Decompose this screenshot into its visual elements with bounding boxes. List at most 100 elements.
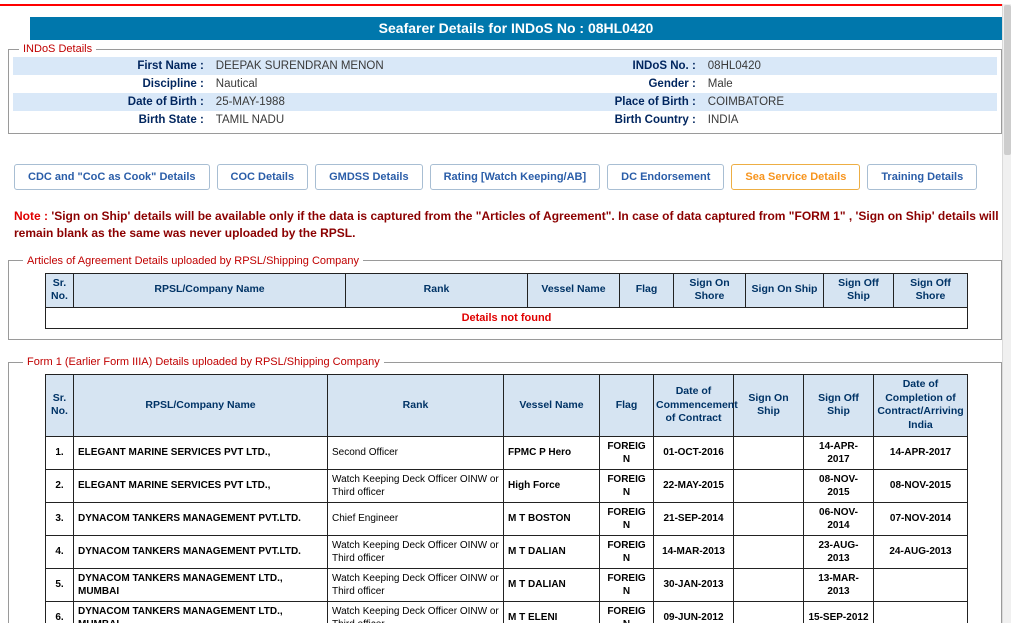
column-header: Flag bbox=[620, 273, 674, 307]
table-cell: 25-MAY-1988 bbox=[210, 93, 505, 111]
table-cell: FOREIGN bbox=[600, 568, 654, 601]
table-cell: M T DALIAN bbox=[504, 568, 600, 601]
indos-details-section: INDoS Details First Name :DEEPAK SURENDR… bbox=[8, 43, 1002, 134]
table-cell: 13-MAR-2013 bbox=[804, 568, 874, 601]
table-cell: TAMIL NADU bbox=[210, 111, 505, 129]
table-cell: High Force bbox=[504, 469, 600, 502]
form1-section: Form 1 (Earlier Form IIIA) Details uploa… bbox=[8, 356, 1002, 623]
table-cell: FOREIGN bbox=[600, 469, 654, 502]
table-row: First Name :DEEPAK SURENDRAN MENONINDoS … bbox=[13, 57, 997, 75]
table-cell: Discipline : bbox=[13, 75, 210, 93]
table-cell bbox=[734, 469, 804, 502]
column-header: Flag bbox=[600, 375, 654, 437]
table-cell: 08-NOV-2015 bbox=[874, 469, 968, 502]
table-cell: 01-OCT-2016 bbox=[654, 436, 734, 469]
table-cell: Birth Country : bbox=[505, 111, 702, 129]
table-cell: DYNACOM TANKERS MANAGEMENT LTD., MUMBAI bbox=[74, 601, 328, 623]
note-prefix: Note : bbox=[14, 209, 48, 223]
indos-details-legend: INDoS Details bbox=[19, 43, 96, 55]
table-cell: 21-SEP-2014 bbox=[654, 502, 734, 535]
tab-cdc-coc-as-cook-details[interactable]: CDC and "CoC as Cook" Details bbox=[14, 164, 210, 190]
table-cell: ELEGANT MARINE SERVICES PVT LTD., bbox=[74, 469, 328, 502]
table-row: 3.DYNACOM TANKERS MANAGEMENT PVT.LTD.Chi… bbox=[46, 502, 968, 535]
details-not-found-message: Details not found bbox=[46, 307, 968, 328]
tab-sea-service-details[interactable]: Sea Service Details bbox=[731, 164, 860, 190]
column-header: Sr. No. bbox=[46, 375, 74, 437]
indos-details-table: First Name :DEEPAK SURENDRAN MENONINDoS … bbox=[13, 57, 997, 129]
empty-result-row: Details not found bbox=[46, 307, 968, 328]
column-header: Sign On Ship bbox=[734, 375, 804, 437]
tab-rating-watch-keeping-ab[interactable]: Rating [Watch Keeping/AB] bbox=[430, 164, 601, 190]
table-cell: FOREIGN bbox=[600, 535, 654, 568]
table-header-row: Sr. No.RPSL/Company NameRankVessel NameF… bbox=[46, 375, 968, 437]
column-header: Sign On Ship bbox=[746, 273, 824, 307]
table-row: Date of Birth :25-MAY-1988Place of Birth… bbox=[13, 93, 997, 111]
table-cell: 14-APR-2017 bbox=[804, 436, 874, 469]
form1-table-head: Sr. No.RPSL/Company NameRankVessel NameF… bbox=[46, 375, 968, 437]
column-header: Vessel Name bbox=[528, 273, 620, 307]
table-cell: Chief Engineer bbox=[328, 502, 504, 535]
table-cell: 08HL0420 bbox=[702, 57, 997, 75]
table-cell: First Name : bbox=[13, 57, 210, 75]
tab-coc-details[interactable]: COC Details bbox=[217, 164, 309, 190]
table-row: 1.ELEGANT MARINE SERVICES PVT LTD.,Secon… bbox=[46, 436, 968, 469]
table-cell: Second Officer bbox=[328, 436, 504, 469]
table-cell: DEEPAK SURENDRAN MENON bbox=[210, 57, 505, 75]
table-row: 6.DYNACOM TANKERS MANAGEMENT LTD., MUMBA… bbox=[46, 601, 968, 623]
table-cell bbox=[734, 601, 804, 623]
articles-table-body: Details not found bbox=[46, 307, 968, 328]
table-cell: M T DALIAN bbox=[504, 535, 600, 568]
table-cell: 08-NOV-2015 bbox=[804, 469, 874, 502]
articles-of-agreement-legend: Articles of Agreement Details uploaded b… bbox=[23, 255, 363, 267]
table-cell: M T ELENI bbox=[504, 601, 600, 623]
table-cell bbox=[734, 535, 804, 568]
table-cell: Watch Keeping Deck Officer OINW or Third… bbox=[328, 568, 504, 601]
table-cell: 15-SEP-2012 bbox=[804, 601, 874, 623]
sign-on-ship-note: Note : 'Sign on Ship' details will be av… bbox=[14, 208, 999, 242]
table-header-row: Sr. No.RPSL/Company NameRankVessel NameF… bbox=[46, 273, 968, 307]
column-header: Sign Off Ship bbox=[804, 375, 874, 437]
column-header: Rank bbox=[328, 375, 504, 437]
column-header: Date of Completion of Contract/Arriving … bbox=[874, 375, 968, 437]
table-cell: M T BOSTON bbox=[504, 502, 600, 535]
form1-table: Sr. No.RPSL/Company NameRankVessel NameF… bbox=[45, 374, 968, 623]
tab-bar: CDC and "CoC as Cook" Details COC Detail… bbox=[14, 164, 1003, 190]
table-cell: Birth State : bbox=[13, 111, 210, 129]
table-cell: DYNACOM TANKERS MANAGEMENT LTD., MUMBAI bbox=[74, 568, 328, 601]
table-cell: FOREIGN bbox=[600, 436, 654, 469]
table-cell bbox=[874, 601, 968, 623]
table-cell: 24-AUG-2013 bbox=[874, 535, 968, 568]
articles-of-agreement-section: Articles of Agreement Details uploaded b… bbox=[8, 255, 1002, 341]
table-cell: 09-JUN-2012 bbox=[654, 601, 734, 623]
table-cell: INDIA bbox=[702, 111, 997, 129]
table-cell: 3. bbox=[46, 502, 74, 535]
page-title: Seafarer Details for INDoS No : 08HL0420 bbox=[30, 17, 1002, 40]
table-cell: Watch Keeping Deck Officer OINW or Third… bbox=[328, 601, 504, 623]
indos-details-body: First Name :DEEPAK SURENDRAN MENONINDoS … bbox=[13, 57, 997, 129]
tab-dc-endorsement[interactable]: DC Endorsement bbox=[607, 164, 724, 190]
table-cell bbox=[734, 568, 804, 601]
table-row: 2.ELEGANT MARINE SERVICES PVT LTD.,Watch… bbox=[46, 469, 968, 502]
table-cell: DYNACOM TANKERS MANAGEMENT PVT.LTD. bbox=[74, 535, 328, 568]
column-header: Sign Off Shore bbox=[894, 273, 968, 307]
form1-table-body: 1.ELEGANT MARINE SERVICES PVT LTD.,Secon… bbox=[46, 436, 968, 623]
table-cell: Gender : bbox=[505, 75, 702, 93]
tab-training-details[interactable]: Training Details bbox=[867, 164, 977, 190]
table-cell bbox=[874, 568, 968, 601]
articles-table-head: Sr. No.RPSL/Company NameRankVessel NameF… bbox=[46, 273, 968, 307]
page-top-red-line bbox=[0, 4, 1002, 6]
articles-of-agreement-table: Sr. No.RPSL/Company NameRankVessel NameF… bbox=[45, 273, 968, 330]
table-cell: Date of Birth : bbox=[13, 93, 210, 111]
table-cell: 07-NOV-2014 bbox=[874, 502, 968, 535]
column-header: Date of Commencement of Contract bbox=[654, 375, 734, 437]
table-cell: ELEGANT MARINE SERVICES PVT LTD., bbox=[74, 436, 328, 469]
table-cell bbox=[734, 502, 804, 535]
table-cell: FPMC P Hero bbox=[504, 436, 600, 469]
vertical-scrollbar[interactable] bbox=[1002, 4, 1011, 623]
column-header: RPSL/Company Name bbox=[74, 375, 328, 437]
table-row: 5.DYNACOM TANKERS MANAGEMENT LTD., MUMBA… bbox=[46, 568, 968, 601]
table-cell: 22-MAY-2015 bbox=[654, 469, 734, 502]
table-cell: 5. bbox=[46, 568, 74, 601]
scrollbar-thumb[interactable] bbox=[1004, 5, 1011, 155]
tab-gmdss-details[interactable]: GMDSS Details bbox=[315, 164, 422, 190]
